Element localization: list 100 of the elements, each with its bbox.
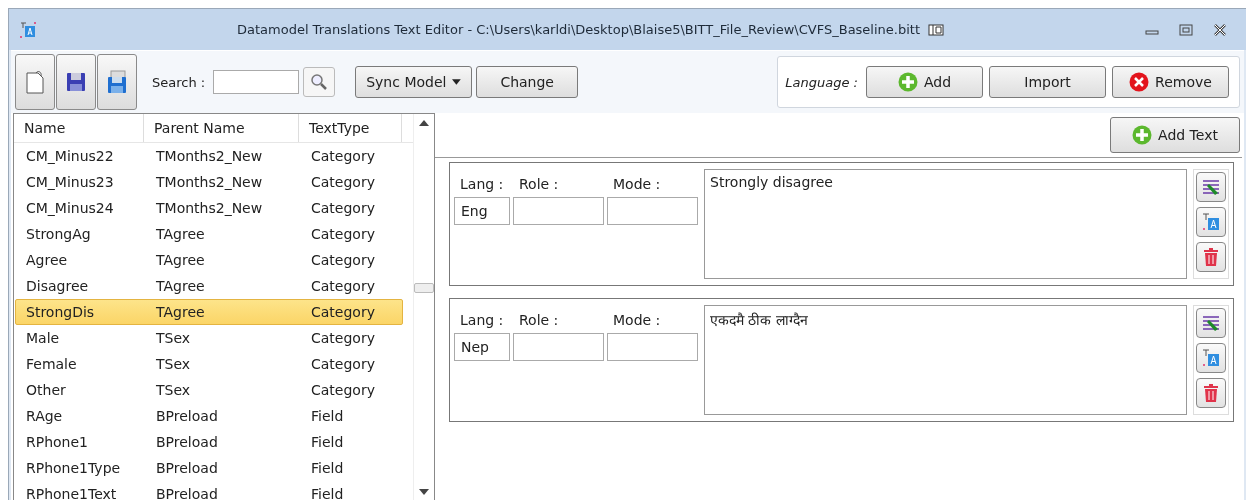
table-cell-text: Field	[310, 460, 345, 476]
remove-language-button[interactable]: Remove	[1112, 66, 1229, 98]
lines-icon	[1201, 177, 1221, 197]
change-button[interactable]: Change	[476, 66, 579, 98]
table-row[interactable]: StrongAg TAgree Category	[15, 221, 403, 247]
file-icon	[24, 69, 46, 95]
caret-icon	[452, 79, 462, 85]
table-cell-text: Male	[25, 330, 61, 346]
import-button[interactable]: Import	[989, 66, 1106, 98]
delete-button[interactable]	[1196, 378, 1226, 408]
table-cell-text: TAgree	[155, 304, 206, 320]
table-row[interactable]: Disagree TAgree Category	[15, 273, 403, 299]
table-cell-text: CM_Minus24	[25, 200, 115, 216]
table-cell-text: Category	[310, 252, 376, 268]
search-field[interactable]	[213, 70, 300, 94]
remove-icon	[1129, 72, 1150, 92]
table-cell-text: TSex	[155, 330, 192, 346]
table-row[interactable]: RPhone1Text BPreload Field	[15, 481, 403, 500]
translation-text-field[interactable]: Strongly disagree	[704, 169, 1187, 279]
table-row[interactable]: RAge BPreload Field	[15, 403, 403, 429]
table-cell-text: RPhone1	[25, 434, 89, 450]
table-cell-text: BPreload	[155, 434, 219, 450]
table-cell-text: Female	[25, 356, 78, 372]
mode-field[interactable]	[607, 197, 698, 225]
trash-icon	[1201, 383, 1221, 403]
table-cell-text: Category	[310, 148, 376, 164]
mode-label: Mode :	[612, 311, 662, 330]
translate-button[interactable]	[1196, 343, 1226, 373]
table-cell-text: Field	[310, 408, 345, 424]
table-cell-text: RPhone1Type	[25, 460, 122, 476]
table-row[interactable]: CM_Minus24 TMonths2_New Category	[15, 195, 403, 221]
table-cell-text: Category	[310, 174, 376, 190]
table-cell-text: StrongDis	[25, 304, 96, 320]
table-row[interactable]: CM_Minus22 TMonths2_New Category	[15, 143, 403, 169]
table-cell-text: BPreload	[155, 408, 219, 424]
table-row[interactable]: CM_Minus23 TMonths2_New Category	[15, 169, 403, 195]
dock-icon	[928, 23, 945, 36]
table-cell-text: Disagree	[25, 278, 90, 294]
role-field[interactable]	[513, 197, 604, 225]
table-cell-text: TAgree	[155, 252, 206, 268]
window-title: Datamodel Translations Text Editor - C:\Users\karldi\Desktop\Blaise5\BITT_File_Review\CVFS_Baseline.bitt	[236, 22, 921, 37]
translate-icon	[1201, 348, 1221, 368]
table-cell-text: RPhone1Text	[25, 486, 118, 500]
delete-button[interactable]	[1196, 242, 1226, 272]
floppy-disks-icon	[106, 69, 128, 95]
scroll-down-icon	[419, 489, 429, 495]
lang-field[interactable]: Eng	[454, 197, 510, 225]
role-label: Role :	[518, 175, 560, 194]
table-cell-text: Field	[310, 434, 345, 450]
table-cell-text: TSex	[155, 382, 192, 398]
format-button[interactable]	[1196, 308, 1226, 338]
table-row[interactable]: Agree TAgree Category	[15, 247, 403, 273]
table-cell-text: TMonths2_New	[155, 174, 264, 190]
table-cell-text: Category	[310, 278, 376, 294]
table-cell-text: Category	[310, 382, 376, 398]
column-header[interactable]: Parent Name	[144, 114, 299, 142]
lines-icon	[1201, 313, 1221, 333]
new-file-button[interactable]	[15, 54, 55, 110]
table-cell-text: Agree	[25, 252, 69, 268]
language-label: Language :	[785, 74, 858, 90]
table-row[interactable]: StrongDis TAgree Category	[15, 299, 403, 325]
sync-model-dropdown[interactable]: Sync Model	[355, 66, 473, 98]
save-as-button[interactable]	[97, 54, 137, 110]
table-cell-text: TMonths2_New	[155, 148, 264, 164]
app-icon	[19, 20, 37, 39]
mode-label: Mode :	[612, 175, 662, 194]
plus-icon	[897, 72, 918, 92]
table-cell-text: Category	[310, 330, 376, 346]
scroll-up-icon	[419, 120, 429, 126]
search-label: Search :	[152, 74, 206, 90]
scrollbar[interactable]	[413, 114, 434, 500]
column-header[interactable]: Name	[14, 114, 144, 142]
role-field[interactable]	[513, 333, 604, 361]
column-header[interactable]: TextType	[299, 114, 402, 142]
table-row[interactable]: RPhone1 BPreload Field	[15, 429, 403, 455]
lang-field[interactable]: Nep	[454, 333, 510, 361]
table-cell-text: CM_Minus23	[25, 174, 115, 190]
table-row[interactable]: Male TSex Category	[15, 325, 403, 351]
table-row[interactable]: RPhone1Type BPreload Field	[15, 455, 403, 481]
format-button[interactable]	[1196, 172, 1226, 202]
table-row[interactable]: Female TSex Category	[15, 351, 403, 377]
translate-icon	[1201, 212, 1221, 232]
mode-field[interactable]	[607, 333, 698, 361]
table-cell-text: Category	[310, 356, 376, 372]
translation-text-field[interactable]: एकदमै ठीक लाग्दैन	[704, 305, 1187, 415]
table-cell-text: Category	[310, 304, 376, 320]
lang-label: Lang :	[459, 311, 505, 330]
table-row[interactable]: Other TSex Category	[15, 377, 403, 403]
table-cell-text: RAge	[25, 408, 64, 424]
close-icon[interactable]	[1212, 21, 1228, 38]
table-cell-text: BPreload	[155, 460, 219, 476]
table-cell-text: Category	[310, 226, 376, 242]
add-language-button[interactable]: Add	[866, 66, 983, 98]
save-button[interactable]	[56, 54, 96, 110]
add-text-button[interactable]: Add Text	[1110, 117, 1240, 153]
maximize-icon[interactable]	[1178, 21, 1194, 38]
scroll-thumb[interactable]	[414, 282, 434, 293]
table-cell-text: BPreload	[155, 486, 219, 500]
search-button[interactable]	[303, 67, 336, 97]
translate-button[interactable]	[1196, 207, 1226, 237]
